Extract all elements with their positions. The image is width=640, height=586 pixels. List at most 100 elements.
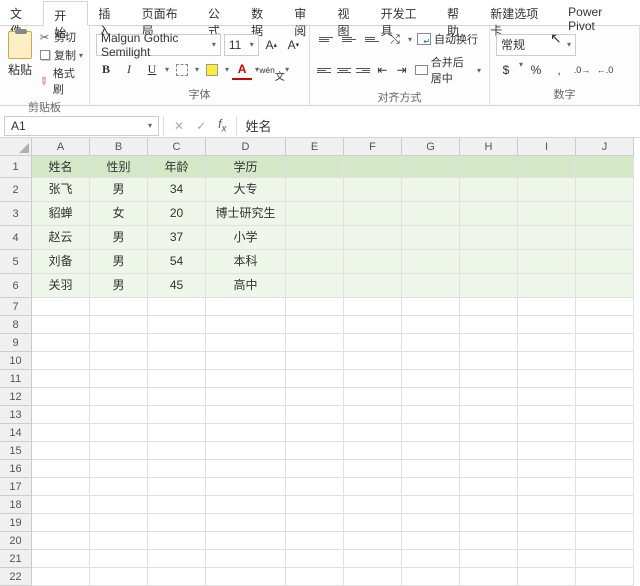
row-header-22[interactable]: 22 [0,568,32,586]
cell-A21[interactable] [32,550,90,568]
tab-Power Pivot[interactable]: Power Pivot [558,0,640,25]
cell-G17[interactable] [402,478,460,496]
row-header-6[interactable]: 6 [0,274,32,298]
cell-A14[interactable] [32,424,90,442]
cell-E12[interactable] [286,388,344,406]
cell-G15[interactable] [402,442,460,460]
tab-视图[interactable]: 视图 [327,0,370,25]
cell-E8[interactable] [286,316,344,334]
cell-C8[interactable] [148,316,206,334]
cell-G9[interactable] [402,334,460,352]
cell-H8[interactable] [460,316,518,334]
cell-A17[interactable] [32,478,90,496]
cell-E5[interactable] [286,250,344,274]
cell-C13[interactable] [148,406,206,424]
row-header-18[interactable]: 18 [0,496,32,514]
cell-F9[interactable] [344,334,402,352]
tab-审阅[interactable]: 审阅 [284,0,327,25]
percent-button[interactable]: % [526,60,546,80]
cell-B11[interactable] [90,370,148,388]
cell-C6[interactable]: 45 [148,274,206,298]
row-header-14[interactable]: 14 [0,424,32,442]
cell-C22[interactable] [148,568,206,586]
cell-H18[interactable] [460,496,518,514]
cell-G16[interactable] [402,460,460,478]
cell-A18[interactable] [32,496,90,514]
font-name-select[interactable]: Malgun Gothic Semilight▾ [96,34,221,56]
cell-D22[interactable] [206,568,286,586]
cell-H15[interactable] [460,442,518,460]
column-header-E[interactable]: E [286,138,344,156]
cell-G2[interactable] [402,178,460,202]
cell-J2[interactable] [576,178,634,202]
cell-J4[interactable] [576,226,634,250]
cell-F22[interactable] [344,568,402,586]
cell-F11[interactable] [344,370,402,388]
cell-J10[interactable] [576,352,634,370]
cell-C16[interactable] [148,460,206,478]
cell-G1[interactable] [402,156,460,178]
cell-H17[interactable] [460,478,518,496]
cell-I11[interactable] [518,370,576,388]
cell-F15[interactable] [344,442,402,460]
cell-J22[interactable] [576,568,634,586]
cell-D15[interactable] [206,442,286,460]
column-header-J[interactable]: J [576,138,634,156]
cell-D6[interactable]: 高中 [206,274,286,298]
cell-A6[interactable]: 关羽 [32,274,90,298]
row-header-3[interactable]: 3 [0,202,32,226]
cell-G18[interactable] [402,496,460,514]
merge-center-button[interactable]: 合并后居中▾ [413,53,483,87]
cell-A15[interactable] [32,442,90,460]
cell-A4[interactable]: 赵云 [32,226,90,250]
cell-E17[interactable] [286,478,344,496]
cell-B19[interactable] [90,514,148,532]
cell-I4[interactable] [518,226,576,250]
cell-I12[interactable] [518,388,576,406]
cell-C2[interactable]: 34 [148,178,206,202]
cell-D4[interactable]: 小学 [206,226,286,250]
cell-B17[interactable] [90,478,148,496]
cell-B8[interactable] [90,316,148,334]
format-painter-button[interactable]: 格式刷 [38,65,83,97]
align-right-button[interactable] [355,60,371,80]
cell-F13[interactable] [344,406,402,424]
cell-C15[interactable] [148,442,206,460]
orientation-button[interactable]: ⤭ [385,29,405,49]
cell-D11[interactable] [206,370,286,388]
column-header-I[interactable]: I [518,138,576,156]
cancel-formula-button[interactable]: ✕ [174,119,184,133]
cell-J1[interactable] [576,156,634,178]
comma-button[interactable]: , [549,60,569,80]
cell-D8[interactable] [206,316,286,334]
cell-A10[interactable] [32,352,90,370]
increase-font-button[interactable]: A▴ [262,35,281,55]
underline-button[interactable]: U [142,60,162,80]
cell-I19[interactable] [518,514,576,532]
cell-J18[interactable] [576,496,634,514]
row-header-10[interactable]: 10 [0,352,32,370]
tab-开始[interactable]: 开始 [43,1,88,26]
cell-C14[interactable] [148,424,206,442]
cell-H1[interactable] [460,156,518,178]
cell-C17[interactable] [148,478,206,496]
cell-F19[interactable] [344,514,402,532]
increase-decimal-button[interactable]: .0→ [572,60,592,80]
column-header-A[interactable]: A [32,138,90,156]
cell-D17[interactable] [206,478,286,496]
cell-J16[interactable] [576,460,634,478]
cell-E22[interactable] [286,568,344,586]
phonetic-button[interactable]: wén文 [262,60,282,80]
row-header-9[interactable]: 9 [0,334,32,352]
cell-D13[interactable] [206,406,286,424]
cell-I22[interactable] [518,568,576,586]
bold-button[interactable]: B [96,60,116,80]
cell-H21[interactable] [460,550,518,568]
cell-E21[interactable] [286,550,344,568]
cell-H5[interactable] [460,250,518,274]
paste-button[interactable]: 粘贴 [6,29,34,80]
cell-E19[interactable] [286,514,344,532]
cell-F17[interactable] [344,478,402,496]
cell-G21[interactable] [402,550,460,568]
cell-B12[interactable] [90,388,148,406]
